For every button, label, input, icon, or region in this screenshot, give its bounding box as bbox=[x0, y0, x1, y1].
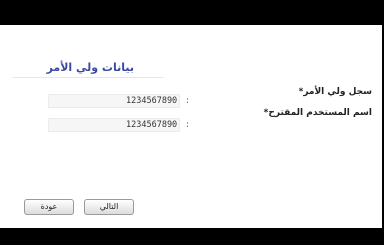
form-title: بيانات ولي الأمر bbox=[46, 61, 134, 74]
guardian-record-label-text: سجل ولي الأمر bbox=[303, 87, 372, 97]
suggested-username-label-text: اسم المستخدم المقترح bbox=[268, 108, 372, 118]
form-panel: بيانات ولي الأمر 1234567890 : سجل ولي ال… bbox=[0, 25, 382, 228]
suggested-username-value: 1234567890 bbox=[126, 120, 178, 130]
guardian-record-value: 1234567890 bbox=[126, 96, 178, 106]
suggested-username-colon: : bbox=[186, 120, 190, 130]
letterbox-top bbox=[0, 0, 384, 25]
next-button[interactable]: التالي bbox=[84, 199, 134, 215]
suggested-username-label: اسم المستخدم المقترح* bbox=[264, 108, 372, 118]
letterbox-bottom bbox=[0, 228, 384, 245]
guardian-record-label: سجل ولي الأمر* bbox=[299, 87, 372, 97]
back-button[interactable]: عودة bbox=[24, 199, 74, 215]
guardian-record-colon: : bbox=[186, 96, 190, 106]
title-divider bbox=[12, 77, 164, 78]
